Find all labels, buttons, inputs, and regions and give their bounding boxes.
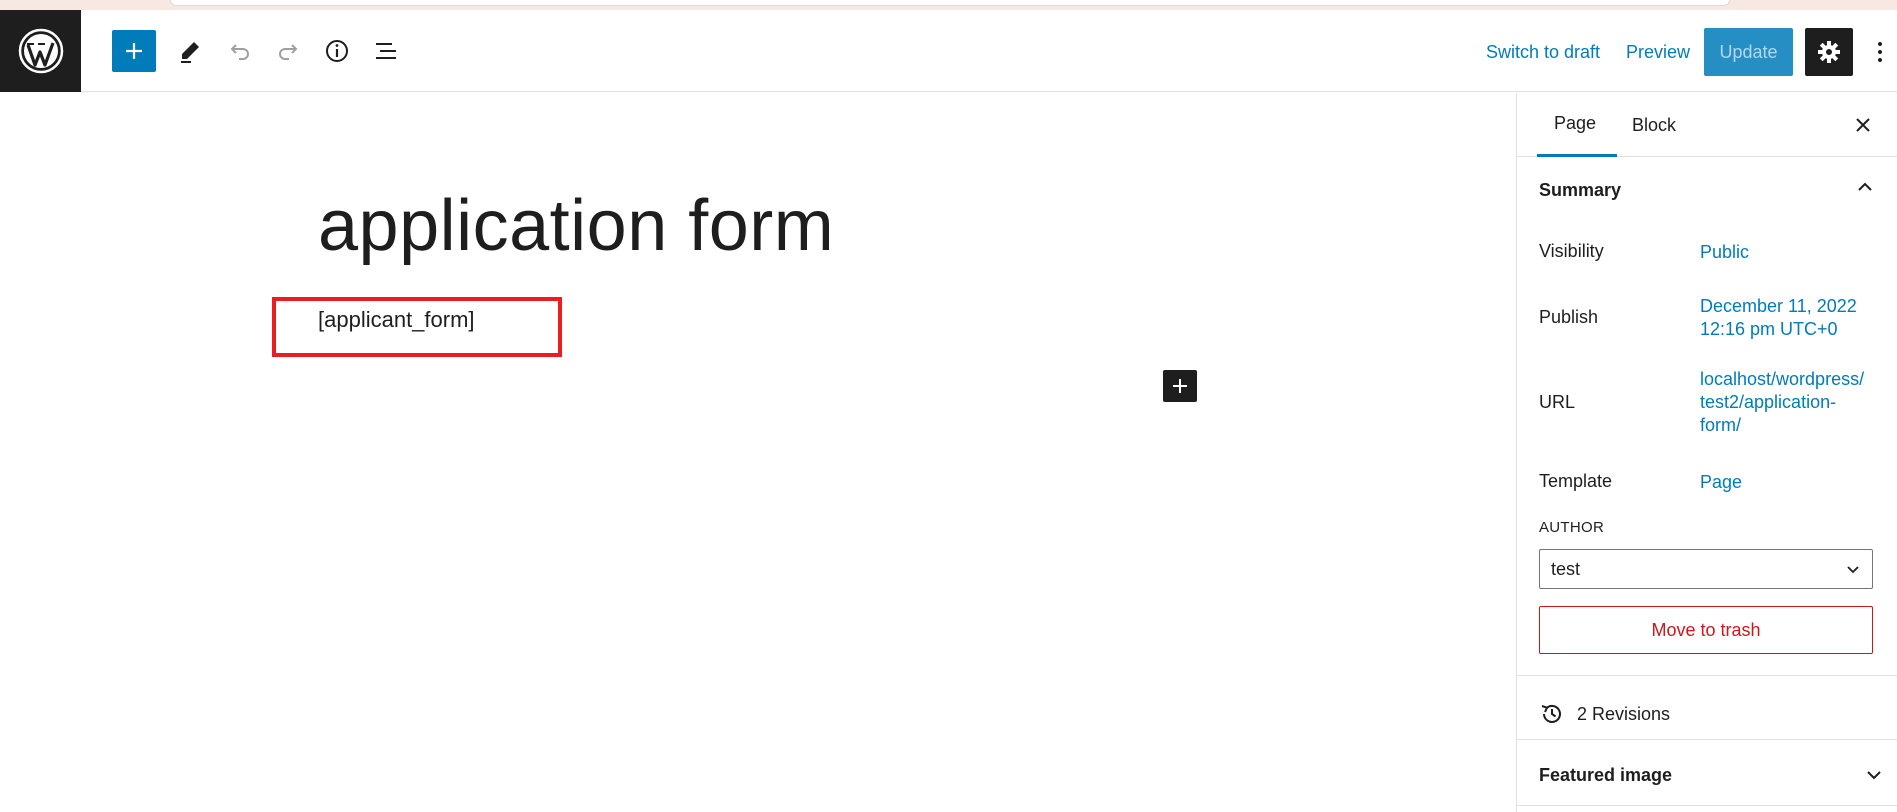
list-view-button[interactable] — [364, 30, 408, 72]
block-inserter-button[interactable] — [1163, 370, 1197, 402]
info-icon — [326, 40, 348, 62]
featured-image-heading: Featured image — [1539, 764, 1673, 785]
move-to-trash-button[interactable]: Move to trash — [1539, 606, 1873, 654]
undo-button[interactable] — [218, 30, 262, 72]
details-button[interactable] — [315, 30, 359, 72]
editor-top-toolbar: Switch to draft Preview Update — [0, 10, 1897, 92]
settings-button[interactable] — [1805, 28, 1853, 76]
revisions-label: 2 Revisions — [1577, 703, 1671, 724]
history-icon — [1539, 701, 1565, 727]
page-title[interactable]: application form — [318, 185, 834, 267]
browser-chrome-strip — [0, 0, 1897, 10]
template-row: Template Page — [1539, 471, 1884, 501]
divider — [1517, 739, 1897, 740]
options-button[interactable] — [1868, 28, 1892, 76]
url-line: localhost/wordpress/ — [1700, 369, 1865, 389]
plus-icon — [1173, 379, 1187, 393]
summary-panel-toggle[interactable]: Summary — [1517, 157, 1897, 223]
url-row: URL localhost/wordpress/ test2/applicati… — [1539, 368, 1884, 440]
featured-image-panel-toggle[interactable]: Featured image — [1539, 745, 1884, 805]
redo-button[interactable] — [266, 30, 310, 72]
wordpress-logo-icon[interactable] — [0, 10, 81, 92]
url-line: test2/application- — [1700, 392, 1837, 412]
pencil-icon — [181, 42, 199, 63]
chevron-down-icon — [1847, 566, 1859, 574]
redo-icon — [279, 44, 298, 60]
plus-icon — [126, 43, 142, 59]
update-button[interactable]: Update — [1704, 28, 1793, 76]
browser-tab-edge — [170, 0, 1730, 6]
close-icon — [1856, 118, 1870, 132]
tab-block[interactable]: Block — [1617, 93, 1676, 157]
undo-icon — [230, 44, 249, 60]
author-select[interactable]: test — [1539, 549, 1873, 589]
template-value[interactable]: Page — [1700, 471, 1742, 494]
revisions-button[interactable]: 2 Revisions — [1539, 694, 1670, 734]
more-vertical-icon — [1878, 42, 1882, 62]
publish-label: Publish — [1539, 307, 1599, 327]
divider — [1517, 805, 1897, 806]
switch-to-draft-button[interactable]: Switch to draft — [1486, 32, 1600, 72]
publish-date-value[interactable]: December 11, 2022 12:16 pm UTC+0 — [1700, 295, 1857, 341]
tab-page[interactable]: Page — [1537, 93, 1617, 157]
settings-sidebar: Page Block Summary Visibility Public Pub… — [1516, 93, 1897, 812]
url-label: URL — [1539, 392, 1576, 412]
visibility-row: Visibility Public — [1539, 241, 1884, 271]
close-sidebar-button[interactable] — [1849, 111, 1877, 139]
editor-canvas[interactable]: application form [applicant_form] — [0, 93, 1516, 812]
template-label: Template — [1539, 471, 1613, 491]
url-line: form/ — [1700, 415, 1742, 435]
summary-heading: Summary — [1539, 179, 1622, 200]
author-label: AUTHOR — [1539, 519, 1605, 536]
author-value: test — [1551, 558, 1581, 579]
shortcode-block[interactable]: [applicant_form] — [318, 307, 475, 333]
publish-time-line: 12:16 pm UTC+0 — [1700, 319, 1838, 339]
publish-date-line: December 11, 2022 — [1700, 296, 1857, 316]
url-value[interactable]: localhost/wordpress/ test2/application- … — [1700, 368, 1864, 437]
add-block-button[interactable] — [112, 30, 156, 72]
chevron-down-icon — [1867, 771, 1881, 780]
visibility-label: Visibility — [1539, 241, 1604, 261]
preview-button[interactable]: Preview — [1626, 32, 1690, 72]
chevron-up-icon — [1858, 182, 1872, 191]
publish-row: Publish December 11, 2022 12:16 pm UTC+0 — [1539, 295, 1884, 345]
tools-button[interactable] — [168, 30, 212, 72]
list-view-icon — [376, 43, 396, 59]
gear-icon — [1818, 41, 1840, 63]
sidebar-tabs: Page Block — [1517, 93, 1897, 157]
divider — [1517, 675, 1897, 676]
visibility-value[interactable]: Public — [1700, 241, 1749, 264]
